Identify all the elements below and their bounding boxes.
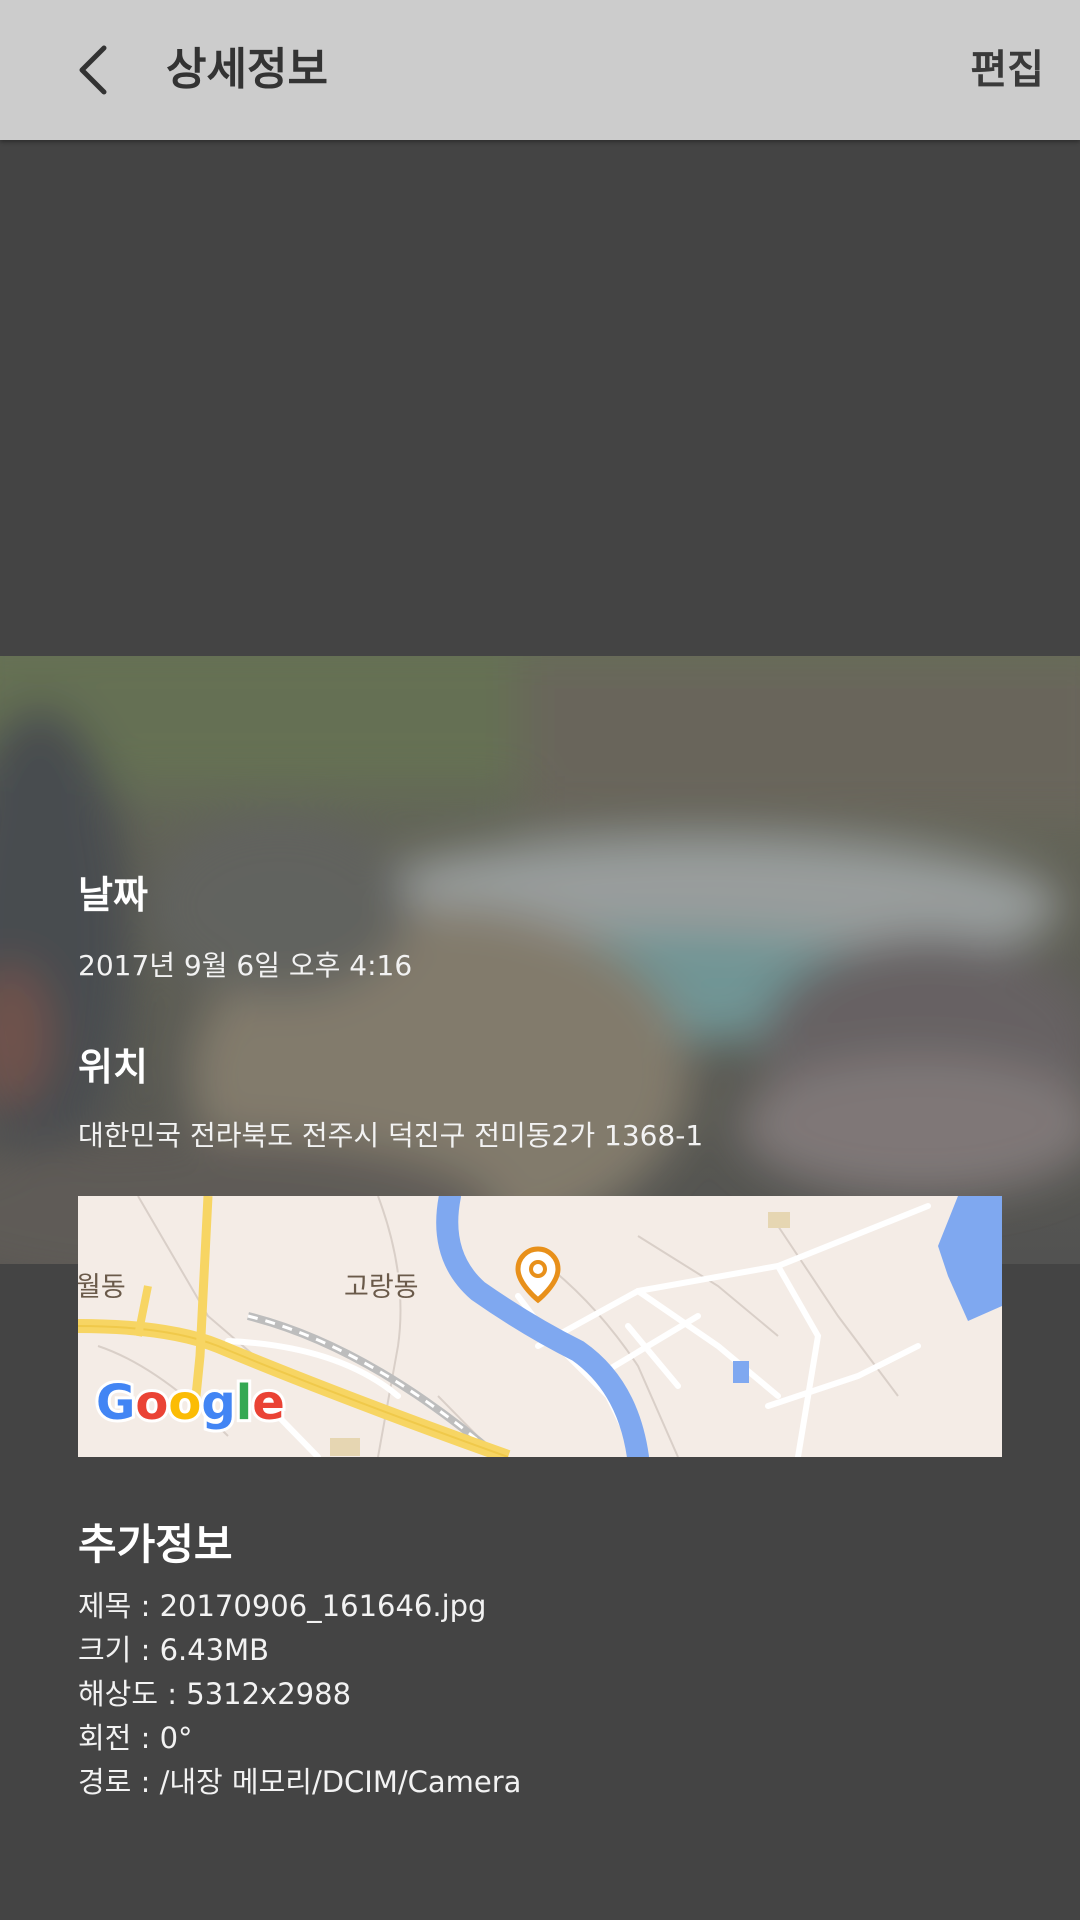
extra-info-heading: 추가정보 <box>78 1520 233 1569</box>
location-heading: 위치 <box>78 1045 148 1089</box>
info-title-row: 제목 : 20170906_161646.jpg <box>78 1589 487 1623</box>
image-preview-area <box>0 140 1080 656</box>
location-map[interactable]: 월동 고랑동 Google <box>78 1196 1002 1457</box>
date-value: 2017년 9월 6일 오후 4:16 <box>78 949 413 982</box>
svg-text:Google: Google <box>96 1375 285 1431</box>
back-button[interactable] <box>58 34 130 106</box>
extra-info-list: 제목 : 20170906_161646.jpg 크기 : 6.43MB 해상도… <box>78 1584 521 1804</box>
google-logo: Google <box>93 1372 288 1434</box>
map-label-gorangdong: 고랑동 <box>344 1272 419 1303</box>
info-path-row: 경로 : /내장 메모리/DCIM/Camera <box>78 1765 522 1799</box>
map-label-worldong: 월동 <box>78 1272 126 1303</box>
info-resolution-row: 해상도 : 5312x2988 <box>78 1677 352 1711</box>
blurred-photo-background: 날짜 2017년 9월 6일 오후 4:16 위치 대한민국 전라북도 전주시 … <box>0 656 1080 1264</box>
info-rotation-row: 회전 : 0° <box>78 1721 193 1755</box>
chevron-left-icon <box>79 45 107 95</box>
edit-button[interactable]: 편집 <box>970 40 1044 100</box>
page-title: 상세정보 <box>166 44 328 95</box>
app-bar: 상세정보 편집 <box>0 0 1080 140</box>
location-value: 대한민국 전라북도 전주시 덕진구 전미동2가 1368-1 <box>78 1119 704 1152</box>
info-size-row: 크기 : 6.43MB <box>78 1633 270 1667</box>
date-heading: 날짜 <box>78 873 148 917</box>
